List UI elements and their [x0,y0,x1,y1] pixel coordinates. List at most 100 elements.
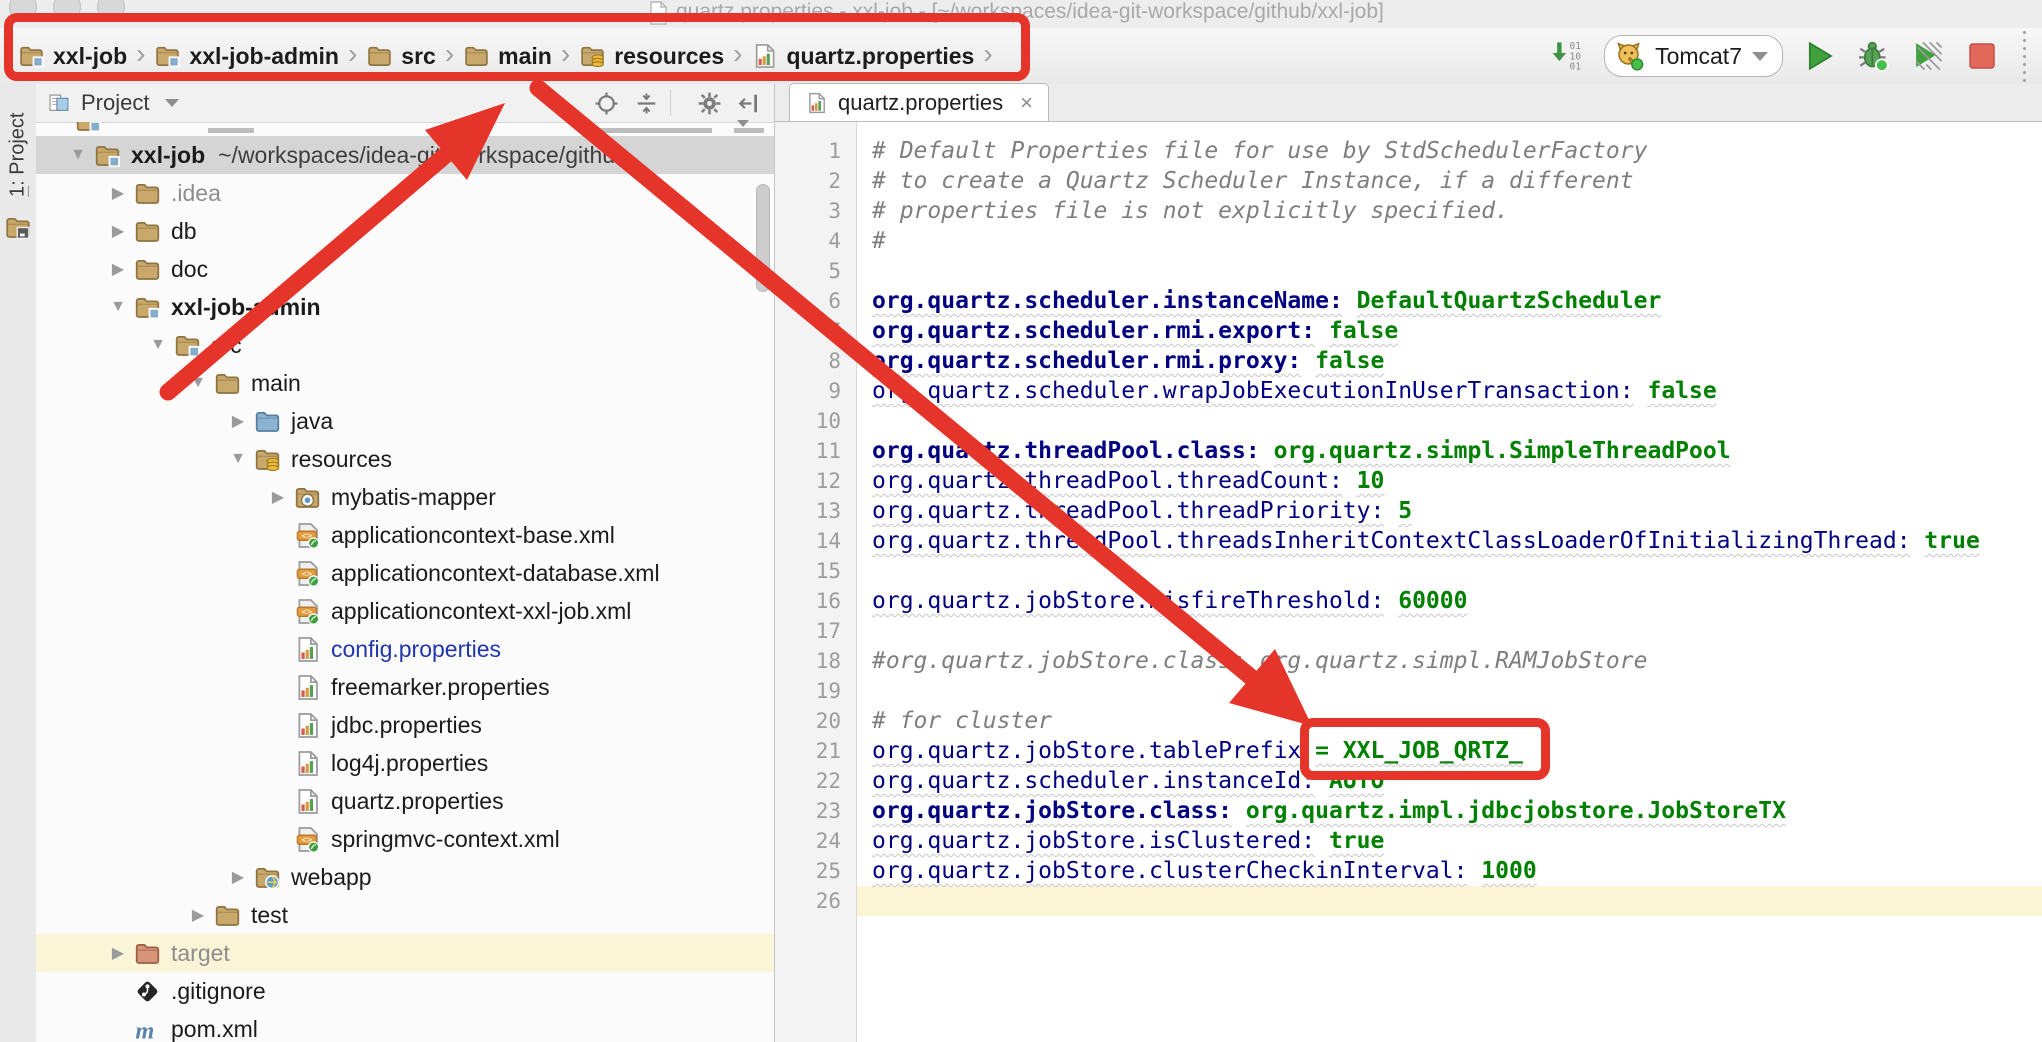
code-line[interactable] [857,676,2042,706]
code-line[interactable]: org.quartz.threadPool.class: org.quartz.… [857,436,2042,466]
line-number: 7 [775,316,841,346]
tree-row[interactable]: ▶java [36,402,774,440]
code-line[interactable] [857,556,2042,586]
code-line[interactable]: org.quartz.scheduler.rmi.export: false [857,316,2042,346]
run-toolbar: 011001 Tomcat7 [1550,28,2026,84]
code-line[interactable]: #org.quartz.jobStore.class: org.quartz.s… [857,646,2042,676]
code-line[interactable]: org.quartz.scheduler.rmi.proxy: false [857,346,2042,376]
close-tab-icon[interactable]: × [1020,92,1033,114]
expand-toggle-icon[interactable]: ▶ [223,411,253,431]
project-scrollbar-thumb[interactable] [756,184,770,292]
minimize-window-button[interactable] [53,0,81,21]
breadcrumb-item[interactable]: main [463,43,552,70]
tree-item-label: log4j.properties [331,750,488,777]
tree-item-label: applicationcontext-base.xml [331,522,615,549]
tree-row[interactable]: <>applicationcontext-database.xml [36,554,774,592]
tree-row[interactable]: ▶target [36,934,774,972]
code-line[interactable]: # to create a Quartz Scheduler Instance,… [857,166,2042,196]
tree-row[interactable]: <>applicationcontext-base.xml [36,516,774,554]
code-line[interactable] [857,616,2042,646]
run-with-coverage-button[interactable] [1911,39,1945,73]
code-line[interactable]: org.quartz.jobStore.misfireThreshold: 60… [857,586,2042,616]
update-project-button[interactable]: 011001 [1550,39,1584,73]
tree-row[interactable]: ▶ .idea [36,174,774,212]
scroll-to-source-button[interactable] [594,91,619,116]
code-line[interactable] [857,406,2042,436]
tree-row[interactable]: <>applicationcontext-xxl-job.xml [36,592,774,630]
code-line[interactable]: org.quartz.jobStore.isClustered: true [857,826,2042,856]
code-line[interactable]: # Default Properties file for use by Std… [857,136,2042,166]
breadcrumb-item[interactable]: quartz.properties [751,43,974,70]
tree-row[interactable]: ▶test [36,896,774,934]
tree-row[interactable]: ▼xxl-job-admin [36,288,774,326]
code-line[interactable]: # properties file is not explicitly spec… [857,196,2042,226]
expand-toggle-icon[interactable]: ▶ [103,221,133,241]
tree-row[interactable]: ▼src [36,326,774,364]
tree-row[interactable]: ▼xxl-job~/workspaces/idea-git-workspace/… [36,136,774,174]
code-line[interactable]: org.quartz.jobStore.tablePrefix = XXL_JO… [857,736,2042,766]
expand-toggle-icon[interactable]: ▶ [103,943,133,963]
line-number: 8 [775,346,841,376]
breadcrumb-item[interactable]: xxl-job-admin [154,43,339,70]
tree-row[interactable]: ▶mybatis-mapper [36,478,774,516]
breadcrumb-item[interactable]: src [366,43,436,70]
expand-toggle-icon[interactable]: ▼ [143,336,173,354]
breadcrumb-separator-icon: › [983,38,992,70]
tree-row[interactable]: config.properties [36,630,774,668]
expand-toggle-icon[interactable]: ▶ [263,487,293,507]
tree-row[interactable]: log4j.properties [36,744,774,782]
run-button[interactable] [1803,39,1837,73]
tree-row[interactable]: jdbc.properties [36,706,774,744]
code-line[interactable] [857,256,2042,286]
folder-icon [213,902,242,929]
expand-toggle-icon[interactable]: ▼ [103,298,133,316]
expand-toggle-icon[interactable]: ▶ [223,867,253,887]
zoom-window-button[interactable] [97,0,125,21]
tree-row[interactable]: <>springmvc-context.xml [36,820,774,858]
expand-toggle-icon[interactable]: ▼ [183,374,213,392]
chevron-down-icon [1752,52,1768,61]
code-line[interactable]: org.quartz.scheduler.wrapJobExecutionInU… [857,376,2042,406]
code-line[interactable]: org.quartz.threadPool.threadPriority: 5 [857,496,2042,526]
code-editor[interactable]: # Default Properties file for use by Std… [857,122,2042,1042]
editor-tab-quartz-properties[interactable]: quartz.properties × [789,83,1049,121]
close-window-button[interactable] [9,0,37,21]
tree-row[interactable]: .gitignore [36,972,774,1010]
code-line[interactable]: # for cluster [857,706,2042,736]
code-line[interactable]: org.quartz.threadPool.threadCount: 10 [857,466,2042,496]
debug-button[interactable] [1857,39,1891,73]
breadcrumb-item[interactable]: xxl-job [18,43,127,70]
project-tool-icon[interactable] [4,214,32,241]
tool-window-tab-project[interactable]: 1: Project [0,90,36,220]
expand-toggle-icon[interactable]: ▼ [63,146,93,164]
code-line[interactable]: org.quartz.scheduler.instanceId: AUTO [857,766,2042,796]
settings-gear-button[interactable] [697,91,722,116]
code-line[interactable]: org.quartz.jobStore.class: org.quartz.im… [857,796,2042,826]
code-line[interactable] [857,886,2042,916]
tree-row[interactable]: ▶doc [36,250,774,288]
tree-row[interactable]: ▶db [36,212,774,250]
code-line[interactable]: # [857,226,2042,256]
code-line[interactable]: org.quartz.jobStore.clusterCheckinInterv… [857,856,2042,886]
collapse-all-button[interactable] [634,91,659,116]
expand-toggle-icon[interactable]: ▶ [103,259,133,279]
tree-item-label: quartz.properties [331,788,504,815]
hide-panel-button[interactable] [737,91,762,116]
tree-row[interactable]: mpom.xml [36,1010,774,1042]
tree-row[interactable]: ▼main [36,364,774,402]
tree-row[interactable]: ▶webapp [36,858,774,896]
code-line[interactable]: org.quartz.scheduler.instanceName: Defau… [857,286,2042,316]
tree-item-label: .idea [171,180,221,207]
tree-row[interactable]: ▼resources [36,440,774,478]
breadcrumb-item[interactable]: resources [579,43,724,70]
run-configuration-select[interactable]: Tomcat7 [1604,35,1783,77]
chevron-down-icon[interactable] [165,99,179,107]
code-line[interactable]: org.quartz.threadPool.threadsInheritCont… [857,526,2042,556]
tree-row[interactable]: freemarker.properties [36,668,774,706]
expand-toggle-icon[interactable]: ▶ [183,905,213,925]
line-number: 10 [775,406,841,436]
expand-toggle-icon[interactable]: ▼ [223,450,253,468]
tree-row[interactable]: quartz.properties [36,782,774,820]
project-panel-title: Project [81,90,149,116]
expand-toggle-icon[interactable]: ▶ [103,183,133,203]
